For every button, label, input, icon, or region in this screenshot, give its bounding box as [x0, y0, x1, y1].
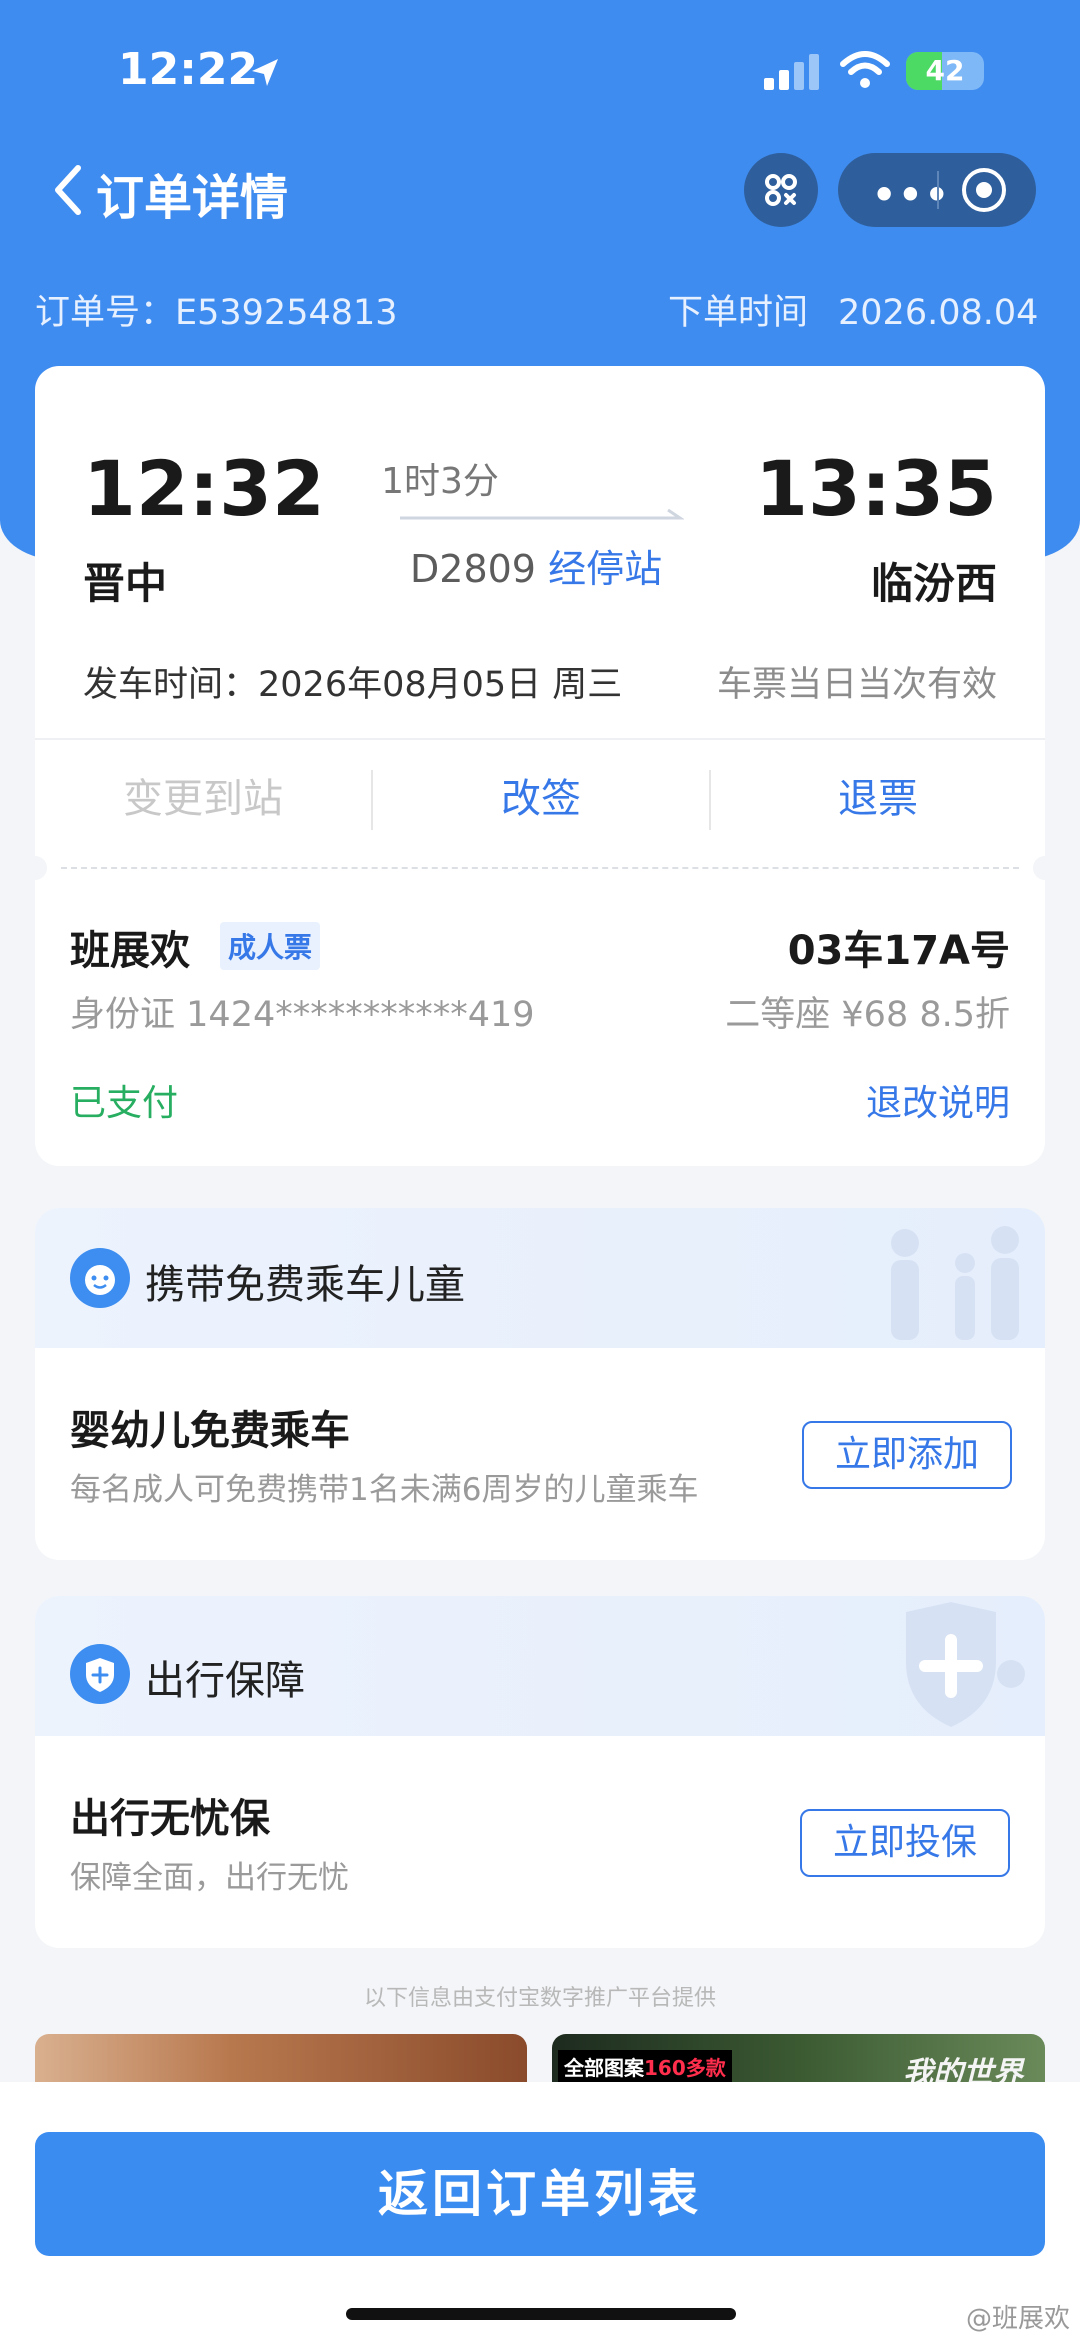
trip-duration: 1时3分	[381, 461, 499, 502]
more-icon[interactable]: •••	[872, 173, 951, 217]
order-time-value: 2026.08.04	[838, 293, 1039, 333]
train-number-line: D2809 经停站	[410, 538, 662, 593]
infant-free-ride-desc: 每名成人可免费携带1名未满6周岁的儿童乘车	[70, 1472, 699, 1508]
depart-time: 12:32	[83, 444, 325, 533]
id-label: 身份证	[70, 995, 176, 1035]
reschedule-button[interactable]: 改签	[373, 766, 709, 824]
infant-free-ride-title: 婴幼儿免费乘车	[70, 1408, 350, 1454]
back-arrow-icon[interactable]	[50, 162, 84, 218]
mini-program-capsule: •••	[838, 153, 1036, 227]
scan-button[interactable]	[744, 153, 818, 227]
insurance-card: 出行保障 出行无忧保 保障全面，出行无忧 立即投保	[35, 1596, 1045, 1948]
child-face-icon	[70, 1248, 130, 1308]
scan-icon	[765, 174, 797, 206]
ad-tag-highlight: 160多款	[644, 2056, 726, 2080]
ticket-notch	[23, 856, 47, 880]
ticket-type-badge: 成人票	[220, 922, 321, 970]
route-arrow-icon	[400, 508, 684, 520]
depart-station: 晋中	[83, 559, 168, 608]
order-number: 订单号：E539254813	[35, 284, 398, 335]
watermark: @班展欢	[965, 2304, 1070, 2334]
trip-card: 12:32 晋中 1时3分 D2809 经停站 13:35 临汾西 发车时间：2…	[23, 366, 1057, 1166]
passenger-id: 身份证 1424***********419	[70, 986, 535, 1037]
departure-date: 发车时间：2026年08月05日 周三	[83, 656, 622, 707]
change-station-button[interactable]: 变更到站	[35, 766, 371, 824]
wifi-icon	[840, 51, 890, 88]
page-title: 订单详情	[96, 170, 289, 226]
seat-number: 03车17A号	[787, 928, 1010, 974]
arrive-station: 临汾西	[870, 559, 997, 608]
insurance-product-desc: 保障全面，出行无忧	[70, 1860, 349, 1896]
insurance-shield-icon	[70, 1644, 130, 1704]
child-section-title: 携带免费乘车儿童	[145, 1262, 465, 1308]
departure-date-label: 发车时间：	[83, 665, 259, 705]
seat-class-price: 二等座 ¥68 8.5折	[725, 995, 1010, 1035]
ad-banner-right-tag: 全部图案160多款	[558, 2050, 732, 2083]
dashed-divider	[61, 867, 1019, 869]
order-time-label: 下单时间	[668, 293, 809, 333]
train-number: D2809	[410, 547, 536, 591]
location-arrow-icon	[252, 59, 278, 86]
ad-tag-prefix: 全部图案	[564, 2056, 644, 2080]
payment-status: 已支付	[70, 1083, 179, 1124]
add-child-button[interactable]: 立即添加	[802, 1421, 1012, 1489]
order-time: 下单时间 2026.08.04	[668, 284, 1038, 335]
close-target-icon[interactable]	[962, 168, 1006, 212]
status-time: 12:22	[118, 44, 259, 95]
battery-percent: 42	[925, 54, 965, 87]
buy-insurance-button[interactable]: 立即投保	[800, 1809, 1010, 1877]
ad-notice: 以下信息由支付宝数字推广平台提供	[363, 1986, 716, 2011]
departure-date-value: 2026年08月05日 周三	[258, 665, 623, 705]
return-order-list-button[interactable]: 返回订单列表	[35, 2132, 1045, 2256]
refund-info-link[interactable]: 退改说明	[866, 1074, 1010, 1126]
id-number: 1424***********419	[186, 995, 535, 1035]
shield-illustration-icon	[906, 1602, 1025, 1727]
passenger-name: 班展欢	[70, 928, 190, 974]
divider	[35, 738, 1045, 740]
cellular-signal-icon	[764, 54, 819, 90]
family-illustration-icon	[891, 1226, 1019, 1340]
ticket-validity: 车票当日当次有效	[716, 665, 997, 705]
refund-button[interactable]: 退票	[711, 766, 1045, 824]
order-number-value: E539254813	[175, 293, 398, 333]
child-card: 携带免费乘车儿童 婴幼儿免费乘车 每名成人可免费携带1名未满6周岁的儿童乘车 立…	[35, 1208, 1045, 1560]
battery-indicator: 42	[906, 52, 984, 90]
order-number-label: 订单号：	[35, 293, 176, 333]
insurance-product-title: 出行无忧保	[70, 1796, 270, 1842]
capsule-divider	[937, 171, 939, 209]
arrive-time: 13:35	[755, 444, 997, 533]
insurance-section-title: 出行保障	[145, 1658, 305, 1704]
ticket-notch	[1033, 856, 1057, 880]
home-indicator	[346, 2308, 736, 2320]
stops-link[interactable]: 经停站	[548, 547, 662, 591]
